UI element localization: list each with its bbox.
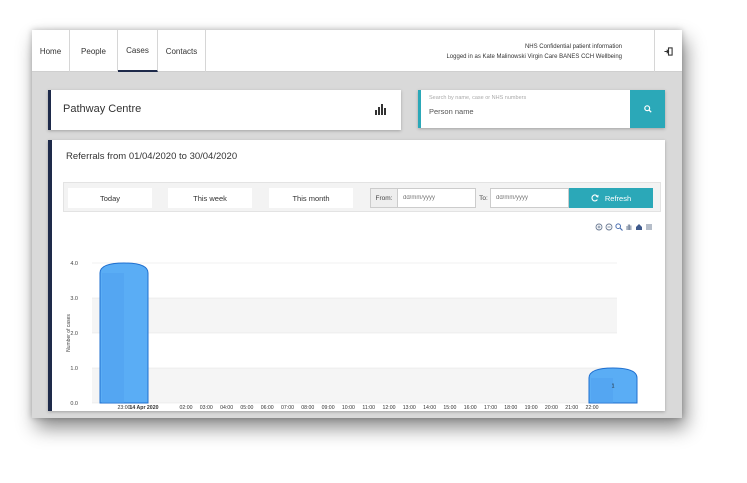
tab-home[interactable]: Home: [32, 30, 70, 72]
y-tick-label: 3.0: [70, 296, 78, 302]
referrals-panel: Referrals from 01/04/2020 to 30/04/2020 …: [48, 140, 665, 411]
page-title: Pathway Centre: [63, 103, 142, 115]
x-tick-label: 07:00: [281, 405, 294, 410]
bar-data-label: 1: [611, 384, 614, 390]
x-tick-label: 16:00: [464, 405, 477, 410]
tab-people[interactable]: People: [70, 30, 118, 72]
x-tick-label: 19:00: [525, 405, 538, 410]
x-tick-label: 14:00: [423, 405, 436, 410]
y-tick-label: 4.0: [70, 261, 78, 267]
bar-chart-icon[interactable]: [375, 104, 387, 115]
referrals-chart: 0.01.02.03.04.0Number of cases23:00 14 Ap…: [66, 261, 638, 410]
y-tick-label: 1.0: [70, 366, 78, 372]
search-hint: Search by name, case or NHS numbers: [429, 95, 527, 101]
pathway-centre-card: Pathway Centre: [48, 90, 401, 130]
tab-contacts[interactable]: Contacts: [158, 30, 206, 72]
logged-in-user: Logged in as Kate Malinowski Virgin Care…: [446, 54, 622, 60]
x-tick-label: 13:00: [403, 405, 416, 410]
x-tick-label: 03:00: [200, 405, 213, 410]
grid-band: [92, 298, 617, 333]
person-search-box: Search by name, case or NHS numbers: [418, 90, 665, 128]
x-tick-label: 14 Apr 2020: [130, 405, 159, 410]
search-button[interactable]: [630, 90, 665, 128]
confidential-notice: NHS Confidential patient information: [524, 44, 622, 50]
x-tick-label: 04:00: [220, 405, 233, 410]
grid-band: [92, 333, 617, 368]
x-tick-label: 15:00: [443, 405, 456, 410]
to-label: To:: [476, 188, 491, 208]
grid-band: [92, 263, 617, 298]
x-tick-label: 02:00: [180, 405, 193, 410]
x-tick-label: 12:00: [383, 405, 396, 410]
this-week-button[interactable]: This week: [168, 188, 252, 208]
x-tick-label: 18:00: [504, 405, 517, 410]
refresh-label: Refresh: [604, 193, 632, 203]
x-tick-label: 06:00: [261, 405, 274, 410]
x-tick-label: 21:00: [565, 405, 578, 410]
this-month-button[interactable]: This month: [269, 188, 353, 208]
y-axis-label: Number of cases: [66, 314, 72, 352]
y-tick-label: 0.0: [70, 401, 78, 407]
from-label: From:: [370, 188, 398, 208]
tab-cases[interactable]: Cases: [118, 30, 158, 72]
session-notice: NHS Confidential patient information Log…: [446, 42, 622, 62]
x-tick-label: 22:00: [586, 405, 599, 410]
referrals-title: Referrals from 01/04/2020 to 30/04/2020: [66, 151, 238, 162]
this-month-label: This month: [292, 193, 330, 203]
date-filter-bar: Today This week This month From: To: Ref…: [63, 182, 661, 212]
x-tick-label: 09:00: [322, 405, 335, 410]
x-tick-label: 11:00: [362, 405, 375, 410]
x-tick-label: 05:00: [240, 405, 253, 410]
refresh-button[interactable]: Refresh: [569, 188, 653, 208]
to-date-input[interactable]: [490, 188, 569, 208]
search-icon: [643, 105, 652, 113]
bar-shade: [591, 378, 613, 403]
x-tick-label: 17:00: [484, 405, 497, 410]
grid-band: [92, 368, 617, 403]
app-window: Home People Cases Contacts NHS Confident…: [32, 30, 682, 418]
logout-button[interactable]: [654, 30, 682, 72]
x-tick-label: 20:00: [545, 405, 558, 410]
today-button[interactable]: Today: [68, 188, 152, 208]
top-nav-bar: Home People Cases Contacts NHS Confident…: [32, 30, 682, 72]
tab-contacts-label: Contacts: [165, 46, 198, 56]
this-week-label: This week: [193, 193, 227, 203]
bar-shade: [102, 273, 124, 403]
logout-icon: [664, 46, 673, 56]
person-search-input[interactable]: [429, 107, 619, 116]
refresh-icon: [591, 194, 599, 202]
x-tick-label: 08:00: [301, 405, 314, 410]
tab-home-label: Home: [39, 46, 62, 56]
today-label: Today: [99, 193, 120, 203]
tab-cases-label: Cases: [126, 45, 149, 55]
x-tick-label: 10:00: [342, 405, 355, 410]
from-date-input[interactable]: [397, 188, 476, 208]
tab-people-label: People: [81, 46, 106, 56]
